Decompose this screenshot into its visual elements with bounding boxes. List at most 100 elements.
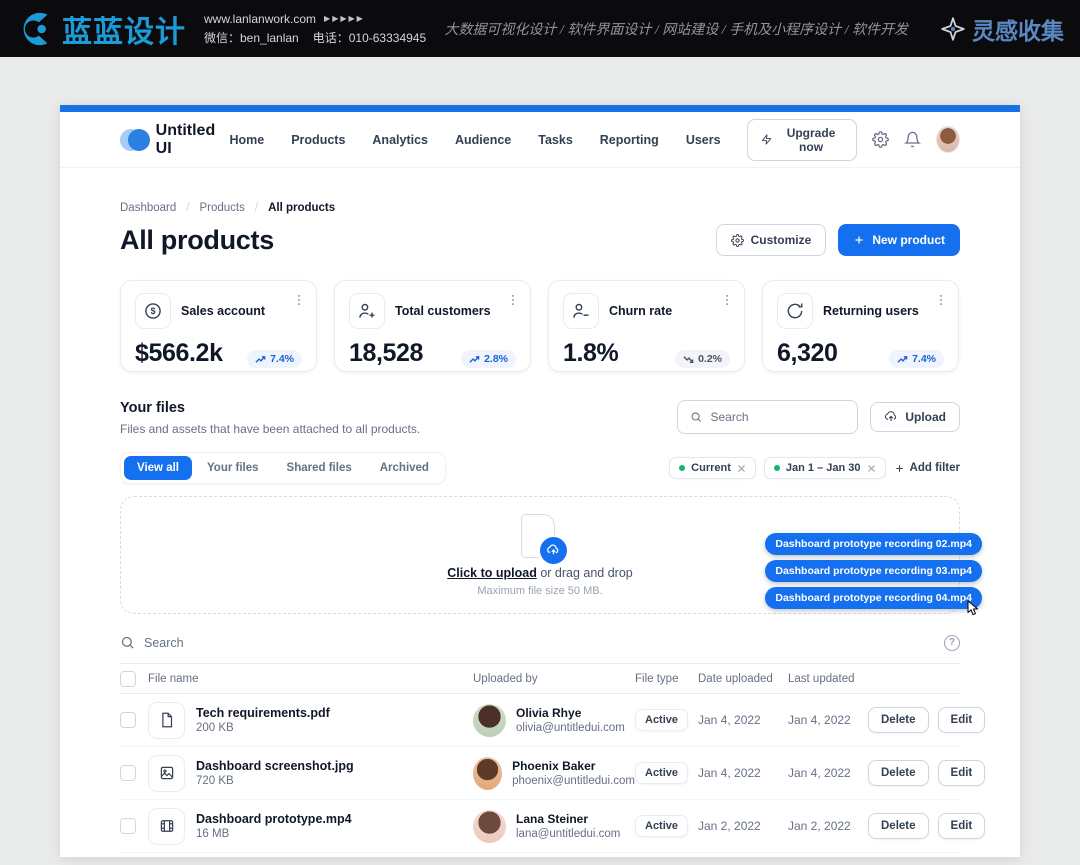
nav-item-home[interactable]: Home — [229, 133, 264, 147]
upload-button[interactable]: Upload — [870, 402, 960, 432]
search-icon — [120, 635, 135, 650]
gear-icon — [731, 234, 744, 247]
tab-view-all[interactable]: View all — [124, 456, 192, 480]
tab-archived[interactable]: Archived — [367, 456, 442, 480]
nav-item-tasks[interactable]: Tasks — [538, 133, 573, 147]
filter-chip-date-range[interactable]: Jan 1 – Jan 30 — [764, 457, 886, 479]
banner-brand: 蓝蓝设计 — [16, 7, 186, 51]
nav-item-reporting[interactable]: Reporting — [600, 133, 659, 147]
stat-menu-button[interactable] — [506, 293, 520, 307]
close-icon[interactable] — [867, 464, 876, 473]
upload-tooltips: Dashboard prototype recording 02.mp4 Das… — [765, 533, 982, 609]
delete-button[interactable]: Delete — [868, 813, 929, 839]
upload-file-icon — [521, 514, 559, 560]
green-dot-icon — [679, 465, 685, 471]
close-icon[interactable] — [737, 464, 746, 473]
trend-down-icon — [683, 355, 694, 364]
nav-item-products[interactable]: Products — [291, 133, 345, 147]
breadcrumb: Dashboard / Products / All products — [120, 202, 960, 214]
delete-button[interactable]: Delete — [868, 707, 929, 733]
edit-button[interactable]: Edit — [938, 707, 986, 733]
files-search-field[interactable] — [677, 400, 858, 434]
title-row: All products Customize New product — [120, 224, 960, 256]
upgrade-now-button[interactable]: Upgrade now — [747, 119, 858, 161]
stat-value: 1.8% — [563, 339, 618, 368]
breadcrumb-dashboard[interactable]: Dashboard — [120, 202, 176, 214]
upload-dropzone[interactable]: Click to upload or drag and drop Maximum… — [120, 496, 960, 614]
row-checkbox[interactable] — [120, 765, 136, 781]
files-subtitle: Files and assets that have been attached… — [120, 422, 420, 436]
dropzone-text: Click to upload or drag and drop — [447, 566, 633, 580]
nav-item-audience[interactable]: Audience — [455, 133, 511, 147]
new-product-button[interactable]: New product — [838, 224, 960, 256]
table-row: Dashboard prototype.mp4 16 MB Lana Stein… — [120, 800, 960, 853]
file-size: 200 KB — [196, 722, 330, 734]
tooltip-recording-03[interactable]: Dashboard prototype recording 03.mp4 — [765, 560, 982, 582]
delete-button[interactable]: Delete — [868, 760, 929, 786]
upload-cloud-icon — [884, 410, 898, 424]
banner-services: 大数据可视化设计 / 软件界面设计 / 网站建设 / 手机及小程序设计 / 软件… — [444, 19, 908, 39]
banner-phone: 电话：010-63334945 — [313, 29, 426, 46]
tab-your-files[interactable]: Your files — [194, 456, 272, 480]
tab-shared-files[interactable]: Shared files — [274, 456, 365, 480]
tooltip-recording-04[interactable]: Dashboard prototype recording 04.mp4 — [765, 587, 982, 609]
files-section-header: Your files Files and assets that have be… — [120, 400, 960, 436]
row-checkbox[interactable] — [120, 712, 136, 728]
notifications-button[interactable] — [904, 131, 921, 148]
main-nav: Home Products Analytics Audience Tasks R… — [229, 133, 720, 147]
last-updated: Jan 4, 2022 — [788, 713, 868, 727]
stat-card-returning-users: Returning users 6,320 7.4% — [762, 280, 959, 372]
tooltip-recording-02[interactable]: Dashboard prototype recording 02.mp4 — [765, 533, 982, 555]
status-badge: Active — [635, 815, 688, 837]
nav-item-analytics[interactable]: Analytics — [372, 133, 428, 147]
banner-url[interactable]: www.lanlanwork.com — [204, 12, 316, 26]
avatar — [473, 810, 506, 843]
customize-button[interactable]: Customize — [716, 224, 827, 256]
tabs-row: View all Your files Shared files Archive… — [120, 452, 960, 484]
settings-button[interactable] — [872, 131, 889, 148]
bell-icon — [904, 131, 921, 148]
col-uploaded-by: Uploaded by — [473, 673, 635, 685]
stat-value: $566.2k — [135, 339, 223, 368]
click-to-upload-link[interactable]: Click to upload — [447, 566, 537, 580]
uploader-name: Lana Steiner — [516, 812, 620, 826]
stat-menu-button[interactable] — [292, 293, 306, 307]
app-logo[interactable]: Untitled UI — [120, 122, 229, 158]
row-checkbox[interactable] — [120, 818, 136, 834]
add-filter-button[interactable]: Add filter — [894, 462, 960, 474]
promo-banner: 蓝蓝设计 www.lanlanwork.com ▶▶▶▶▶ 微信：ben_lan… — [0, 0, 1080, 57]
header-actions: Upgrade now — [747, 119, 960, 161]
help-icon[interactable]: ? — [944, 635, 960, 651]
breadcrumb-products[interactable]: Products — [199, 202, 244, 214]
nav-item-users[interactable]: Users — [686, 133, 721, 147]
user-minus-icon — [563, 293, 599, 329]
banner-collect[interactable]: 灵感收集 — [940, 12, 1064, 46]
file-name[interactable]: Dashboard prototype.mp4 — [196, 812, 352, 826]
file-tabs: View all Your files Shared files Archive… — [120, 452, 446, 484]
edit-button[interactable]: Edit — [938, 813, 986, 839]
stat-value: 6,320 — [777, 339, 838, 368]
lanlan-logo-icon — [16, 10, 54, 48]
stat-menu-button[interactable] — [720, 293, 734, 307]
date-uploaded: Jan 2, 2022 — [698, 819, 788, 833]
trend-up-icon — [255, 355, 266, 364]
file-name[interactable]: Tech requirements.pdf — [196, 706, 330, 720]
files-title: Your files — [120, 400, 420, 416]
banner-brand-name: 蓝蓝设计 — [62, 7, 186, 51]
user-plus-icon — [349, 293, 385, 329]
app-header: Untitled UI Home Products Analytics Audi… — [60, 112, 1020, 168]
table-search-row[interactable]: Search ? — [120, 622, 960, 664]
sparkle-icon — [940, 16, 966, 42]
select-all-checkbox[interactable] — [120, 671, 136, 687]
filter-chip-current[interactable]: Current — [669, 457, 756, 479]
stat-menu-button[interactable] — [934, 293, 948, 307]
edit-button[interactable]: Edit — [938, 760, 986, 786]
trend-up-badge: 2.8% — [461, 350, 516, 368]
trend-down-badge: 0.2% — [675, 350, 730, 368]
col-file-name: File name — [148, 673, 473, 685]
files-search-input[interactable] — [711, 410, 846, 424]
breadcrumb-all-products: All products — [268, 202, 335, 214]
user-avatar[interactable] — [936, 126, 960, 153]
file-name[interactable]: Dashboard screenshot.jpg — [196, 759, 354, 773]
trend-up-icon — [469, 355, 480, 364]
